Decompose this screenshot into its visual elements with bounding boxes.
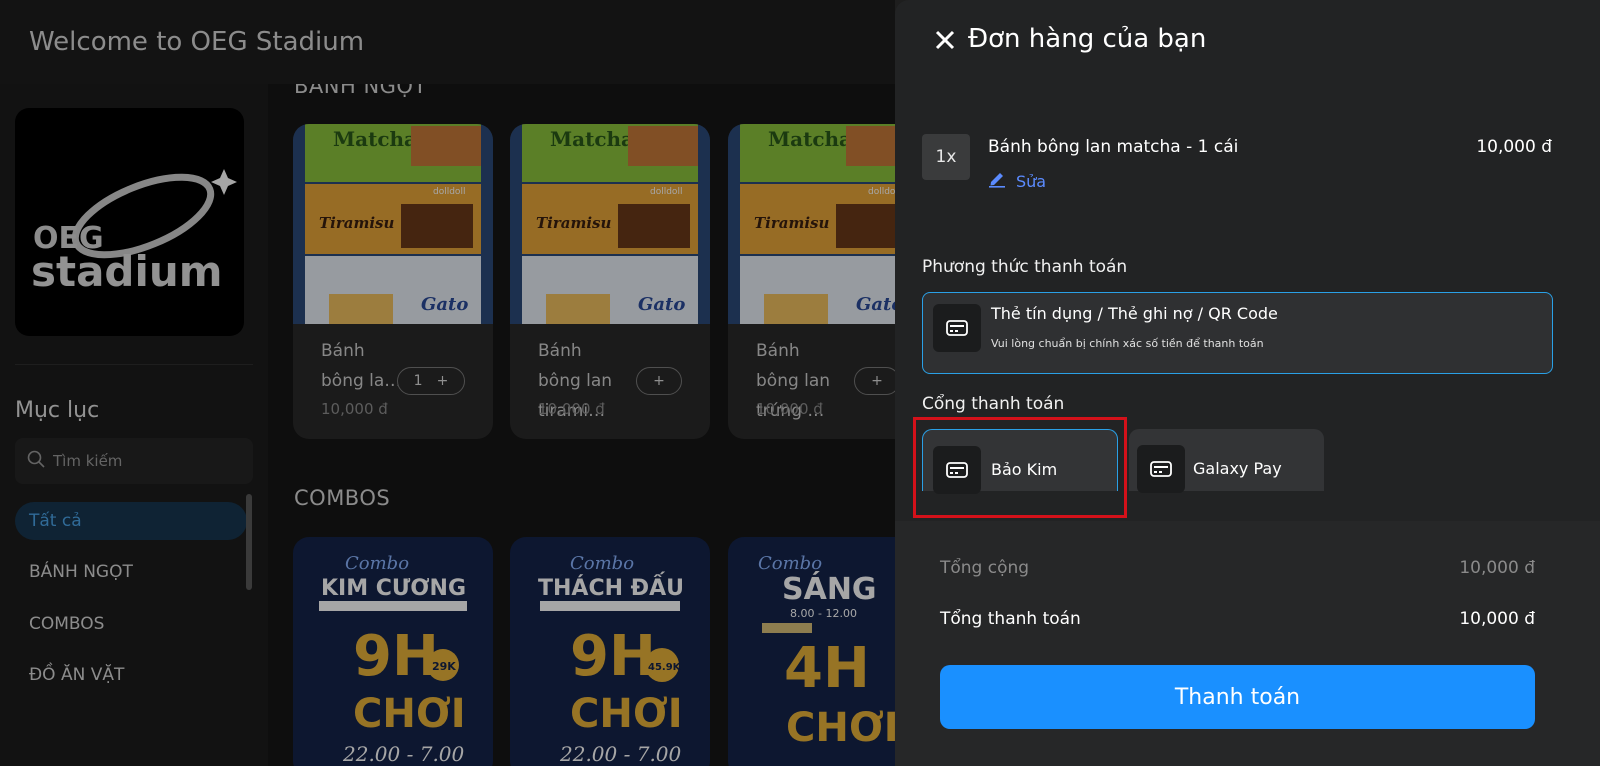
gateway-option-galaxy-pay[interactable]: Galaxy Pay	[1129, 429, 1324, 493]
order-item-name: Bánh bông lan matcha - 1 cái	[988, 137, 1239, 157]
edit-item-button[interactable]: Sửa	[988, 170, 1046, 192]
card-icon	[933, 304, 981, 352]
payment-method-heading: Phương thức thanh toán	[922, 257, 1128, 277]
drawer-title: Đơn hàng của bạn	[968, 24, 1207, 54]
edit-item-label: Sửa	[1016, 171, 1047, 191]
order-drawer: Đơn hàng của bạn 1x Bánh bông lan matcha…	[895, 0, 1600, 766]
subtotal-row: Tổng cộng 10,000 đ	[940, 558, 1535, 578]
total-label: Tổng thanh toán	[940, 609, 1081, 629]
payment-method-title: Thẻ tín dụng / Thẻ ghi nợ / QR Code	[991, 304, 1278, 323]
subtotal-value: 10,000 đ	[1459, 558, 1535, 578]
order-item-price: 10,000 đ	[1476, 137, 1552, 157]
order-item-qty: 1x	[922, 134, 970, 180]
card-icon	[933, 446, 981, 494]
gateway-label: Bảo Kim	[991, 460, 1058, 479]
app-root: Welcome to OEG Stadium OEG stadium Mục l…	[0, 0, 1600, 766]
close-button[interactable]	[931, 28, 959, 56]
order-summary: Tổng cộng 10,000 đ Tổng thanh toán 10,00…	[895, 521, 1600, 766]
total-value: 10,000 đ	[1459, 609, 1535, 629]
modal-backdrop[interactable]	[0, 0, 895, 766]
pencil-icon	[988, 170, 1006, 192]
pay-button[interactable]: Thanh toán	[940, 665, 1535, 729]
close-icon[interactable]	[935, 30, 955, 54]
total-row: Tổng thanh toán 10,000 đ	[940, 609, 1535, 629]
gateway-option-bao-kim[interactable]: Bảo Kim	[922, 429, 1118, 494]
gateway-label: Galaxy Pay	[1193, 459, 1282, 478]
gateway-heading: Cổng thanh toán	[922, 394, 1065, 414]
payment-method-option[interactable]: Thẻ tín dụng / Thẻ ghi nợ / QR Code Vui …	[922, 292, 1553, 374]
subtotal-label: Tổng cộng	[940, 558, 1030, 578]
payment-method-subtitle: Vui lòng chuẩn bị chính xác số tiền để t…	[991, 337, 1264, 350]
card-icon	[1137, 445, 1185, 493]
